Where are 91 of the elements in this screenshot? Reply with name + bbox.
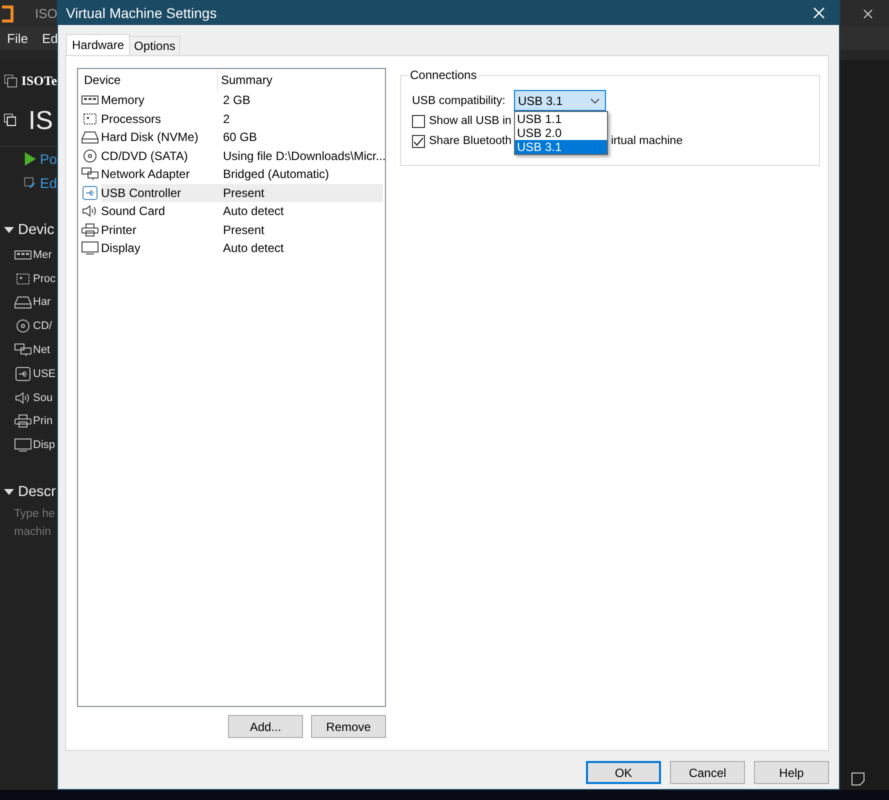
checkbox[interactable] <box>412 114 425 128</box>
note-icon[interactable] <box>851 772 865 786</box>
network-icon <box>81 167 99 182</box>
menu-item[interactable]: File <box>7 31 28 46</box>
device-name: Hard Disk (NVMe) <box>101 130 200 144</box>
vm-tab[interactable]: ISOTe <box>21 73 57 89</box>
device-row[interactable]: Network Adapter Bridged (Automatic) <box>81 165 383 184</box>
device-label[interactable]: Net <box>33 344 50 356</box>
device-name: Network Adapter <box>101 167 191 182</box>
device-summary: 60 GB <box>222 130 258 144</box>
device-summary: 2 GB <box>222 93 250 108</box>
device-name: Display <box>101 241 142 256</box>
edit-icon[interactable] <box>24 175 36 191</box>
device-summary: Bridged (Automatic) <box>222 167 330 182</box>
device-label[interactable]: Proc <box>33 272 56 285</box>
play-icon[interactable] <box>24 151 36 167</box>
list-button[interactable]: Add... <box>228 715 303 738</box>
device-row[interactable]: CD/DVD (SATA) Using file D:\Downloads\Micr... <box>81 146 383 165</box>
description-placeholder[interactable]: Type he machin <box>0 505 57 542</box>
column-header[interactable]: Summary <box>218 70 272 91</box>
device-label[interactable]: Sou <box>33 392 53 404</box>
device-label[interactable]: Har <box>33 296 51 308</box>
tab[interactable]: Options <box>129 36 180 55</box>
dropdown-option[interactable]: USB 3.1 <box>515 140 607 154</box>
usb-icon <box>14 366 32 381</box>
device-summary: 2 <box>222 112 230 126</box>
checkbox[interactable] <box>412 134 425 148</box>
menu-item[interactable]: Ed <box>42 31 58 46</box>
device-row[interactable]: Processors 2 <box>81 110 383 128</box>
device-name: CD/DVD (SATA) <box>101 148 189 163</box>
network-icon <box>14 343 32 358</box>
printer-icon <box>81 222 99 237</box>
action-link[interactable]: Ed <box>40 175 57 191</box>
usb-icon <box>81 186 99 200</box>
dialog-button[interactable]: Cancel <box>670 761 745 784</box>
device-row[interactable]: Hard Disk (NVMe) 60 GB <box>81 128 383 146</box>
device-name: Sound Card <box>101 204 166 218</box>
checkbox-label: Share Bluetooth <box>429 135 512 147</box>
group-title: Connections <box>409 68 478 82</box>
tab[interactable]: Hardware <box>66 34 130 55</box>
section-title: Descr <box>18 484 56 500</box>
collapse-icon[interactable] <box>4 225 14 235</box>
printer-icon <box>14 414 32 428</box>
dropdown-option[interactable]: USB 2.0 <box>515 126 607 140</box>
device-label[interactable]: Prin <box>33 415 53 428</box>
app-logo-icon <box>2 4 16 24</box>
dropdown-option[interactable]: USB 1.1 <box>515 112 607 126</box>
section-title: Devic <box>18 222 54 238</box>
close-icon[interactable] <box>863 8 873 18</box>
speaker-icon <box>14 390 32 405</box>
disc-icon <box>81 148 99 163</box>
device-name: Printer <box>101 222 138 237</box>
list-button[interactable]: Remove <box>311 715 386 738</box>
monitor-icon <box>14 438 32 452</box>
device-row[interactable]: Printer Present <box>81 220 383 239</box>
chevron-icon <box>590 98 600 104</box>
action-link[interactable]: Po <box>40 151 57 167</box>
device-row[interactable]: USB Controller Present <box>81 184 383 202</box>
field-label: USB compatibility: <box>412 94 506 106</box>
device-label[interactable]: CD/ <box>33 320 52 332</box>
chip-icon <box>14 272 32 286</box>
dialog-title: Virtual Machine Settings <box>66 5 218 21</box>
device-summary: Auto detect <box>222 241 284 256</box>
vm-icon <box>4 72 18 90</box>
memory-icon <box>81 93 99 108</box>
column-header[interactable]: Device <box>81 70 218 91</box>
chip-icon <box>81 112 99 126</box>
dialog-button[interactable]: Help <box>754 761 829 784</box>
device-name: Memory <box>101 93 146 108</box>
checkbox-label: Show all USB in <box>429 115 512 127</box>
device-label[interactable]: Mer <box>33 248 52 261</box>
device-label[interactable]: Disp <box>33 439 56 452</box>
device-summary: Present <box>222 186 264 200</box>
device-summary: Auto detect <box>222 204 284 218</box>
disc-icon <box>14 319 32 334</box>
memory-icon <box>14 248 32 262</box>
device-name: USB Controller <box>101 186 182 200</box>
device-row[interactable]: Display Auto detect <box>81 239 383 258</box>
dialog-button[interactable]: OK <box>586 761 661 784</box>
vm-name: IS <box>28 104 53 136</box>
device-summary: Present <box>222 222 264 237</box>
speaker-icon <box>81 204 99 218</box>
device-label[interactable]: USE <box>33 368 56 380</box>
checkbox-label: irtual machine <box>611 135 683 147</box>
monitor-icon <box>81 241 99 256</box>
device-row[interactable]: Memory 2 GB <box>81 91 383 110</box>
window-title: ISO <box>35 6 58 21</box>
device-name: Processors <box>101 112 162 126</box>
device-row[interactable]: Sound Card Auto detect <box>81 202 383 220</box>
collapse-icon[interactable] <box>4 487 14 498</box>
device-summary: Using file D:\Downloads\Micr... <box>222 148 386 163</box>
